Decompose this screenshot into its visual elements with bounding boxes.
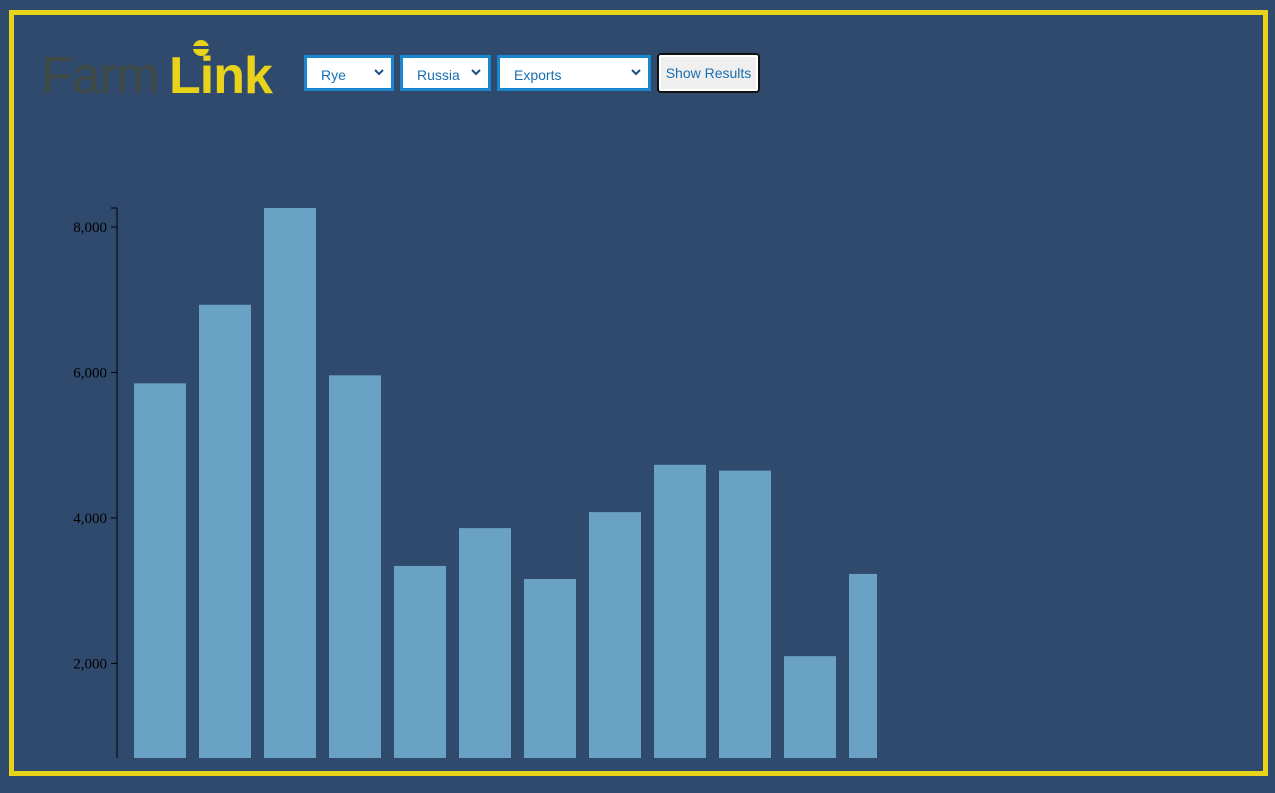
- y-tick-label: 6,000: [73, 365, 107, 381]
- bar: [589, 512, 641, 758]
- y-tick-label: 8,000: [73, 220, 107, 236]
- bar: [264, 208, 316, 758]
- exports-bar-chart: 2,000 4,000 6,000 8,000: [73, 207, 877, 758]
- bar: [849, 573, 877, 758]
- bar: [199, 304, 251, 758]
- bar: [719, 470, 771, 758]
- bar: [134, 383, 186, 758]
- bar: [784, 656, 836, 758]
- y-tick-label: 2,000: [73, 656, 107, 672]
- bar: [459, 528, 511, 758]
- bar: [524, 579, 576, 758]
- y-tick-label: 4,000: [73, 511, 107, 527]
- bar: [654, 464, 706, 758]
- bar: [394, 565, 446, 758]
- bar: [329, 375, 381, 758]
